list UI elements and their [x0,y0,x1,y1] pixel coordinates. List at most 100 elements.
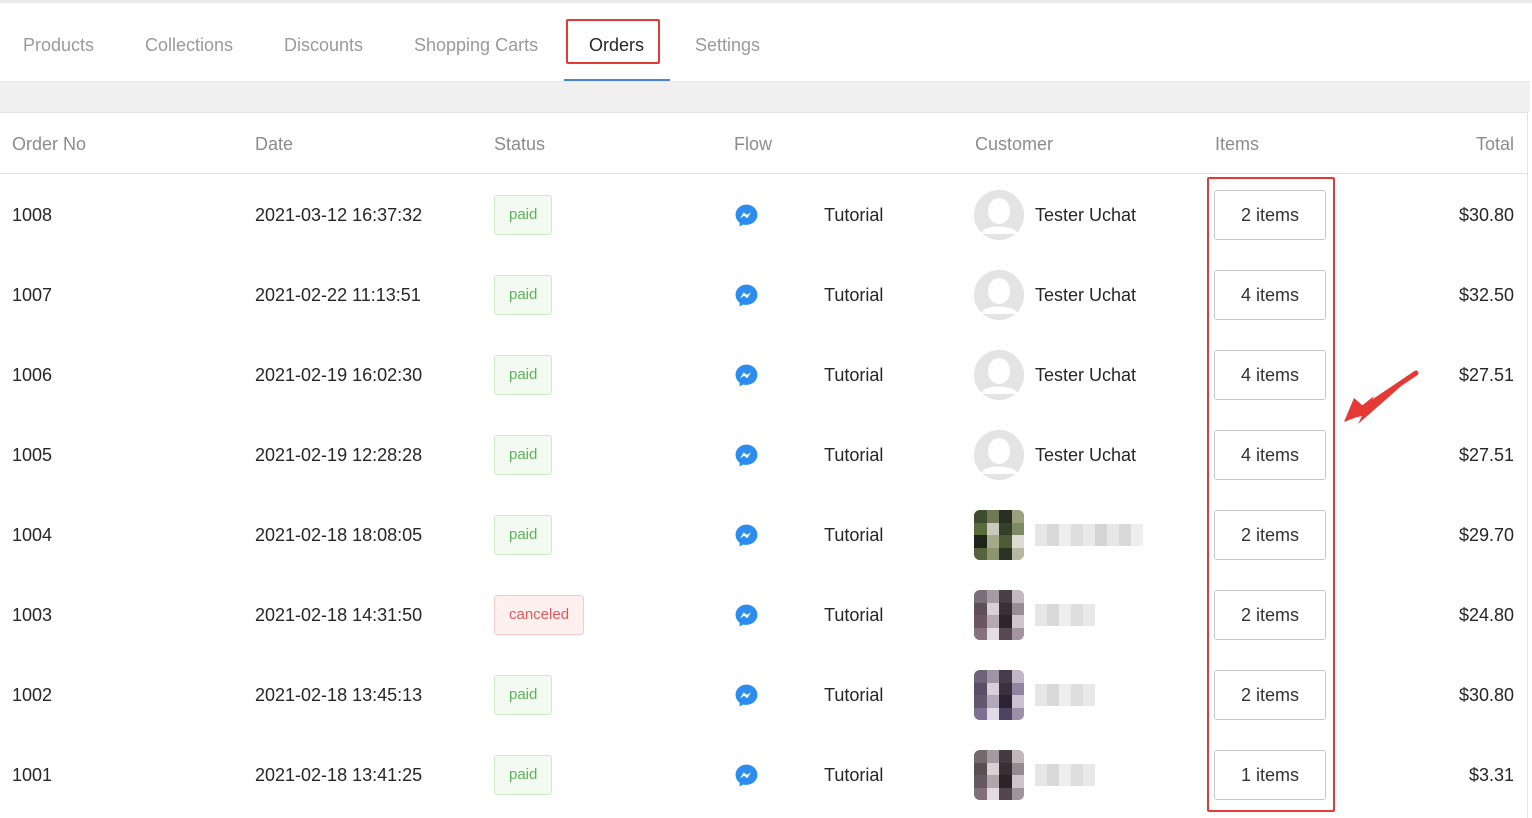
customer-avatar [974,750,1024,800]
messenger-icon [735,524,758,547]
order-number: 1008 [12,205,53,225]
customer-avatar [974,350,1024,400]
status-badge: canceled [494,595,585,635]
order-number: 1007 [12,285,53,305]
items-button[interactable]: 2 items [1214,190,1326,240]
flow-name[interactable]: Tutorial [824,735,883,815]
table-row[interactable]: 1001 2021-02-18 13:41:25 paid Tutorial 1 it… [0,735,1528,815]
order-number: 1006 [12,365,53,385]
flow-name[interactable]: Tutorial [824,575,883,655]
order-date: 2021-02-22 11:13:51 [255,285,421,305]
active-tab-indicator [564,79,670,81]
user-avatar-placeholder-icon [974,190,1024,240]
messenger-icon [735,684,758,707]
messenger-icon [735,284,758,307]
items-button[interactable]: 2 items [1214,510,1326,560]
order-date: 2021-02-19 12:28:28 [255,445,423,465]
customer-name[interactable]: Tester Uchat [1035,415,1136,495]
tab-bar: Products Collections Discounts Shopping … [0,3,1530,82]
flow-name[interactable]: Tutorial [824,655,883,735]
items-button[interactable]: 2 items [1214,670,1326,720]
customer-name[interactable]: Tester Uchat [1035,335,1136,415]
tab-collections[interactable]: Collections [145,3,233,81]
customer-name[interactable]: Tester Uchat [1035,255,1136,335]
customer-name-redacted [1035,764,1095,786]
messenger-icon [735,444,758,467]
customer-avatar [974,670,1024,720]
status-badge: paid [494,275,553,315]
customer-name-redacted [1035,684,1095,706]
messenger-icon [735,764,758,787]
column-header-order-no[interactable]: Order No [12,112,86,176]
column-header-total[interactable]: Total [1476,112,1514,176]
status-badge: paid [494,515,553,555]
column-header-customer[interactable]: Customer [975,112,1053,176]
tab-orders[interactable]: Orders [589,3,644,81]
messenger-icon [735,364,758,387]
order-total: $3.31 [1468,765,1514,785]
order-number: 1004 [12,525,53,545]
status-badge: paid [494,435,553,475]
customer-name-redacted [1035,604,1095,626]
flow-name[interactable]: Tutorial [824,415,883,495]
customer-avatar [974,590,1024,640]
order-date: 2021-02-18 14:31:50 [255,605,423,625]
customer-avatar [974,270,1024,320]
status-badge: paid [494,755,553,795]
order-number: 1003 [12,605,53,625]
column-header-date[interactable]: Date [255,112,293,176]
messenger-icon [735,204,758,227]
customer-name[interactable]: Tester Uchat [1035,175,1136,255]
items-button[interactable]: 2 items [1214,590,1326,640]
table-row[interactable]: 1006 2021-02-19 16:02:30 paid Tutorial Tes… [0,335,1528,415]
items-button[interactable]: 4 items [1214,270,1326,320]
order-total: $24.80 [1458,605,1514,625]
user-avatar-placeholder-icon [974,430,1024,480]
order-date: 2021-02-19 16:02:30 [255,365,423,385]
order-date: 2021-02-18 13:41:25 [255,765,423,785]
items-button[interactable]: 4 items [1214,430,1326,480]
order-number: 1001 [12,765,53,785]
order-total: $27.51 [1458,365,1514,385]
table-header: Order No Date Status Flow Customer Items… [0,112,1528,174]
table-row[interactable]: 1002 2021-02-18 13:45:13 paid Tutorial 2 it… [0,655,1528,735]
customer-avatar [974,430,1024,480]
flow-name[interactable]: Tutorial [824,175,883,255]
tab-shopping-carts[interactable]: Shopping Carts [414,3,538,81]
order-number: 1005 [12,445,53,465]
order-date: 2021-02-18 13:45:13 [255,685,423,705]
table-row[interactable]: 1005 2021-02-19 12:28:28 paid Tutorial Tes… [0,415,1528,495]
flow-name[interactable]: Tutorial [824,495,883,575]
flow-name[interactable]: Tutorial [824,255,883,335]
status-badge: paid [494,195,553,235]
flow-name[interactable]: Tutorial [824,335,883,415]
table-row[interactable]: 1007 2021-02-22 11:13:51 paid Tutorial Tes… [0,255,1528,335]
user-avatar-placeholder-icon [974,350,1024,400]
order-total: $30.80 [1458,205,1514,225]
status-badge: paid [494,355,553,395]
table-row[interactable]: 1008 2021-03-12 16:37:32 paid Tutorial Tes… [0,175,1528,255]
order-number: 1002 [12,685,53,705]
items-button[interactable]: 1 items [1214,750,1326,800]
tab-products[interactable]: Products [23,3,94,81]
order-date: 2021-02-18 18:08:05 [255,525,423,545]
tab-settings[interactable]: Settings [695,3,760,81]
messenger-icon [735,604,758,627]
column-header-items[interactable]: Items [1215,112,1259,176]
column-header-status[interactable]: Status [494,112,545,176]
column-header-flow[interactable]: Flow [734,112,772,176]
content-gap [0,82,1530,112]
order-total: $32.50 [1458,285,1514,305]
items-button[interactable]: 4 items [1214,350,1326,400]
customer-name-redacted [1035,524,1143,546]
order-total: $27.51 [1458,445,1514,465]
customer-avatar [974,510,1024,560]
red-arrow-icon [1344,370,1419,424]
table-row[interactable]: 1003 2021-02-18 14:31:50 canceled Tutorial… [0,575,1528,655]
status-badge: paid [494,675,553,715]
user-avatar-placeholder-icon [974,270,1024,320]
order-date: 2021-03-12 16:37:32 [255,205,423,225]
table-row[interactable]: 1004 2021-02-18 18:08:05 paid Tutorial 2 it… [0,495,1528,575]
customer-avatar [974,190,1024,240]
tab-discounts[interactable]: Discounts [284,3,363,81]
